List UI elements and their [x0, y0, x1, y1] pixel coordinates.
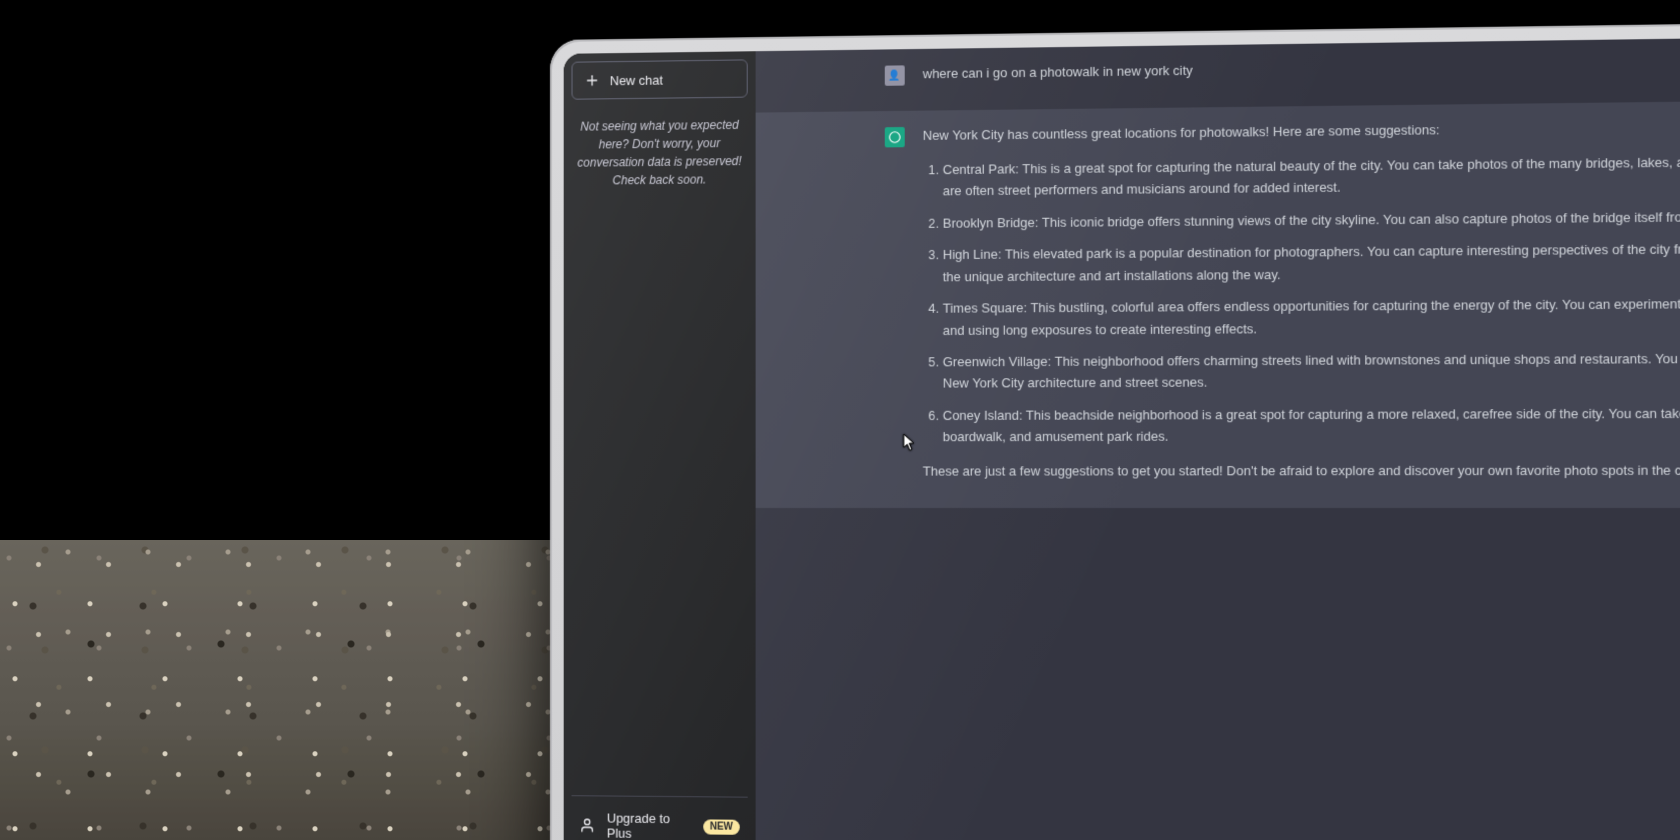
assistant-avatar — [885, 127, 905, 147]
list-item: Times Square: This bustling, colorful ar… — [943, 292, 1680, 341]
list-item: Greenwich Village: This neighborhood off… — [943, 347, 1680, 394]
user-avatar: 👤 — [885, 65, 905, 85]
list-item: Central Park: This is a great spot for c… — [943, 150, 1680, 202]
conversation: 👤 where can i go on a photowalk in new y… — [756, 35, 1680, 840]
new-chat-label: New chat — [610, 72, 663, 88]
laptop: New chat Not seeing what you expected he… — [550, 40, 1680, 840]
user-message-text: where can i go on a photowalk in new yor… — [923, 51, 1680, 85]
assistant-outro: These are just a few suggestions to get … — [923, 459, 1680, 482]
sidebar-footer: Upgrade to Plus NEW Dark mode — [572, 795, 748, 840]
assistant-message: New York City has countless great locati… — [756, 99, 1680, 508]
sidebar-notice: Not seeing what you expected here? Don't… — [572, 116, 748, 190]
main-panel: 👤 where can i go on a photowalk in new y… — [756, 35, 1680, 840]
new-badge: NEW — [703, 819, 740, 834]
list-item: High Line: This elevated park is a popul… — [943, 237, 1680, 287]
sidebar: New chat Not seeing what you expected he… — [564, 51, 756, 840]
upgrade-to-plus-button[interactable]: Upgrade to Plus NEW — [572, 800, 748, 840]
plus-icon — [584, 72, 600, 88]
list-item: Coney Island: This beachside neighborhoo… — [943, 402, 1680, 448]
upgrade-label: Upgrade to Plus — [607, 811, 691, 840]
person-icon — [579, 817, 595, 833]
user-message: 👤 where can i go on a photowalk in new y… — [756, 35, 1680, 113]
assistant-intro: New York City has countless great locati… — [923, 115, 1680, 147]
list-item: Brooklyn Bridge: This iconic bridge offe… — [943, 205, 1680, 234]
laptop-screen: New chat Not seeing what you expected he… — [564, 35, 1680, 840]
chat-app: New chat Not seeing what you expected he… — [564, 35, 1680, 840]
laptop-bezel: New chat Not seeing what you expected he… — [550, 21, 1680, 840]
assistant-list: Central Park: This is a great spot for c… — [923, 150, 1680, 448]
new-chat-button[interactable]: New chat — [572, 59, 748, 99]
